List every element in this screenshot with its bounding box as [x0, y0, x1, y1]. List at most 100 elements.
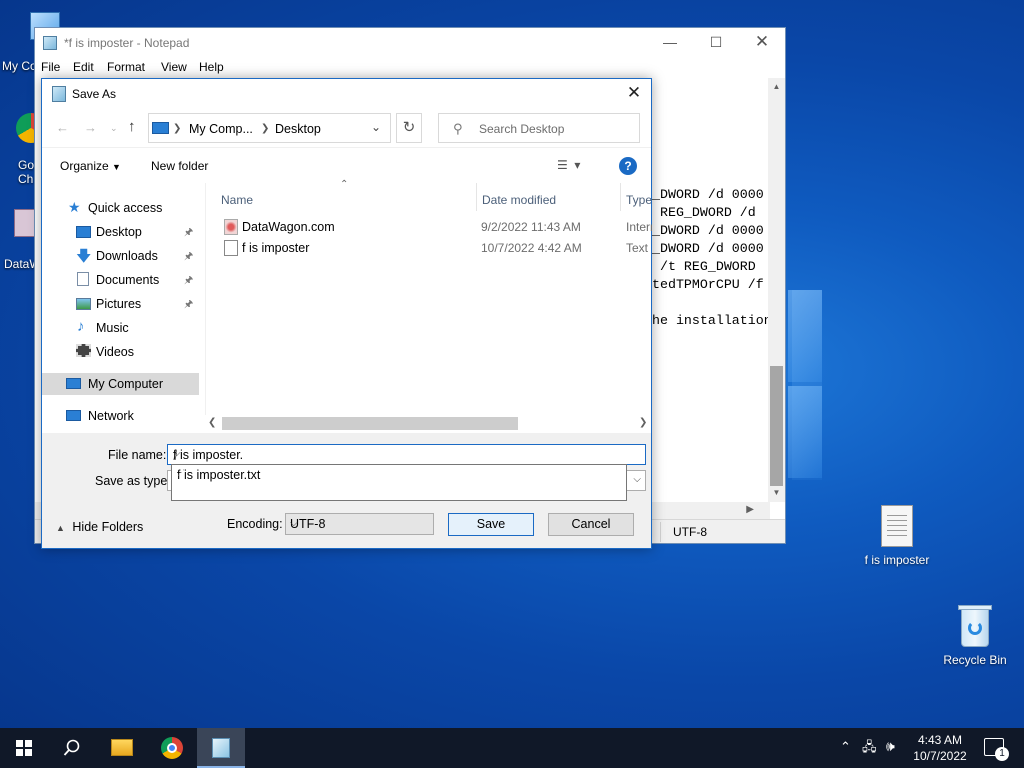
new-folder-button[interactable]: New folder — [151, 159, 208, 173]
text-line: _DWORD /d 0000 — [652, 187, 764, 202]
notepad-icon — [52, 86, 66, 102]
resize-grip-icon[interactable]: ⋰ — [177, 468, 624, 499]
forward-arrow-icon[interactable]: → — [84, 120, 97, 135]
menu-edit[interactable]: Edit — [73, 60, 94, 74]
scroll-right-icon[interactable]: ❯ — [639, 417, 647, 428]
text-line: _DWORD /d 0000 — [652, 241, 764, 256]
breadcrumb-my-computer[interactable]: My Comp... — [189, 122, 253, 136]
desktop-icon-label: f is imposter — [864, 553, 930, 567]
internet-shortcut-icon — [224, 219, 238, 235]
view-options-icon[interactable]: ☰ ▾ — [557, 158, 580, 172]
organize-button[interactable]: Organize ▼ — [60, 159, 121, 173]
desktop-icon-recycle-bin[interactable]: Recycle Bin — [930, 603, 1020, 667]
menu-view[interactable]: View — [161, 60, 187, 74]
clock-date: 10/7/2022 — [913, 749, 967, 763]
clock-time: 4:43 AM — [917, 733, 963, 747]
desktop-icon-label: Recycle Bin — [943, 653, 1007, 667]
address-bar[interactable]: ❯ My Comp... ❯ Desktop ⌄ — [148, 113, 391, 143]
search-box[interactable]: ⚲ Search Desktop — [438, 113, 640, 143]
chevron-down-icon[interactable]: ⌵ — [633, 474, 641, 485]
close-button[interactable]: ✕ — [739, 28, 785, 58]
scroll-thumb[interactable] — [222, 417, 518, 430]
pin-icon: 🖈 — [184, 275, 194, 286]
notepad-titlebar[interactable]: *f is imposter - Notepad — ☐ ✕ — [35, 28, 785, 58]
menu-help[interactable]: Help — [199, 60, 224, 74]
encoding-select[interactable]: UTF-8 ⌵ — [285, 513, 434, 535]
music-note-icon: ♪ — [77, 318, 85, 335]
volume-icon[interactable]: 🕪 — [886, 738, 895, 755]
desktop-icon-label: Go — [18, 158, 35, 172]
text-document-icon — [881, 505, 913, 547]
cancel-button[interactable]: Cancel — [548, 513, 634, 536]
file-name-input[interactable]: f is imposter. ⅈ ⌵ — [167, 444, 646, 465]
start-button[interactable] — [0, 728, 48, 768]
column-header-type[interactable]: Type — [620, 187, 652, 211]
minimize-button[interactable]: — — [647, 28, 693, 58]
pin-icon: 🖈 — [184, 251, 194, 262]
save-as-type-label: Save as type: — [95, 474, 171, 488]
breadcrumb-desktop[interactable]: Desktop — [275, 122, 321, 136]
recent-locations-chevron-icon[interactable]: ⌄ — [110, 123, 118, 134]
nav-item-network[interactable]: Network — [42, 405, 205, 427]
taskbar-clock[interactable]: 4:43 AM 10/7/2022 — [910, 732, 970, 764]
encoding-label: Encoding: — [227, 517, 283, 531]
file-list-horizontal-scrollbar[interactable]: ❮ ❯ — [205, 415, 651, 433]
maximize-button[interactable]: ☐ — [693, 28, 739, 58]
chevron-down-icon[interactable]: ⌵ — [173, 448, 641, 459]
scroll-up-icon[interactable]: ▲ — [768, 82, 785, 91]
search-button[interactable] — [48, 728, 96, 768]
pin-icon: 🖈 — [184, 227, 194, 238]
scroll-thumb[interactable] — [770, 366, 783, 486]
column-header-date-modified[interactable]: Date modified — [476, 187, 620, 211]
dialog-toolbar: Organize ▼ New folder ☰ ▾ ? — [42, 147, 651, 183]
refresh-button[interactable]: ↻ — [396, 113, 422, 143]
dialog-titlebar[interactable]: Save As ✕ — [42, 79, 651, 109]
navigation-pane: ★ Quick access Desktop 🖈 🡇 Downloads 🖈 D… — [42, 183, 205, 433]
nav-item-downloads[interactable]: 🡇 Downloads 🖈 — [42, 245, 205, 267]
help-icon[interactable]: ? — [619, 157, 637, 175]
nav-item-music[interactable]: ♪ Music — [42, 317, 205, 339]
file-name-label: File name: — [108, 448, 167, 462]
save-button[interactable]: Save — [448, 513, 534, 536]
dialog-close-button[interactable]: ✕ — [617, 79, 651, 109]
nav-item-quick-access[interactable]: ★ Quick access — [42, 197, 205, 219]
dialog-title: Save As — [72, 87, 117, 101]
breadcrumb-chevron-icon: ❯ — [173, 123, 182, 134]
notification-center-icon[interactable]: 1 — [984, 738, 1009, 761]
file-explorer-taskbar-button[interactable] — [98, 728, 146, 768]
scroll-down-icon[interactable]: ▼ — [768, 488, 785, 497]
network-icon — [66, 410, 81, 421]
chrome-taskbar-button[interactable] — [148, 728, 196, 768]
file-row[interactable]: f is imposter 10/7/2022 4:42 AM Text D — [206, 238, 652, 259]
nav-item-videos[interactable]: Videos — [42, 341, 205, 363]
address-dropdown-chevron-icon[interactable]: ⌄ — [371, 120, 381, 134]
menu-format[interactable]: Format — [107, 60, 145, 74]
search-icon: ⚲ — [453, 121, 463, 136]
dialog-bottom-panel: File name: f is imposter. ⅈ ⌵ Save as ty… — [42, 433, 651, 548]
recycle-bin-icon — [957, 603, 993, 647]
column-header-name[interactable]: Name — [206, 187, 476, 211]
nav-item-desktop[interactable]: Desktop 🖈 — [42, 221, 205, 243]
desktop-icon-f-is-imposter[interactable]: f is imposter — [852, 505, 942, 567]
scroll-left-icon[interactable]: ❮ — [208, 417, 216, 428]
nav-item-documents[interactable]: Documents 🖈 — [42, 269, 205, 291]
file-list: ⌃ Name Date modified Type DataWagon.com … — [205, 179, 652, 433]
autocomplete-dropdown: f is imposter.txt ⋰ — [171, 464, 627, 501]
network-status-icon[interactable]: 🖧 — [862, 738, 877, 760]
scroll-right-icon[interactable]: ▶ — [746, 504, 754, 515]
nav-item-my-computer[interactable]: My Computer — [42, 373, 199, 395]
notepad-vertical-scrollbar[interactable]: ▲ ▼ — [768, 78, 785, 502]
back-arrow-icon[interactable]: ← — [56, 120, 69, 135]
nav-item-pictures[interactable]: Pictures 🖈 — [42, 293, 205, 315]
video-film-icon — [76, 344, 91, 357]
notepad-icon — [43, 36, 57, 50]
internet-shortcut-icon — [14, 209, 36, 237]
hide-folders-button[interactable]: ▲ Hide Folders — [56, 520, 143, 534]
up-arrow-icon[interactable]: ↑ — [128, 118, 136, 135]
notepad-taskbar-button[interactable] — [197, 728, 245, 768]
notepad-menubar: File Edit Format View Help — [35, 58, 785, 78]
menu-file[interactable]: File — [41, 60, 60, 74]
file-row[interactable]: DataWagon.com 9/2/2022 11:43 AM Intern — [206, 217, 652, 238]
desktop-icon-label: My Co — [2, 59, 37, 73]
show-hidden-icons-chevron-icon[interactable]: ⌃ — [840, 739, 851, 755]
